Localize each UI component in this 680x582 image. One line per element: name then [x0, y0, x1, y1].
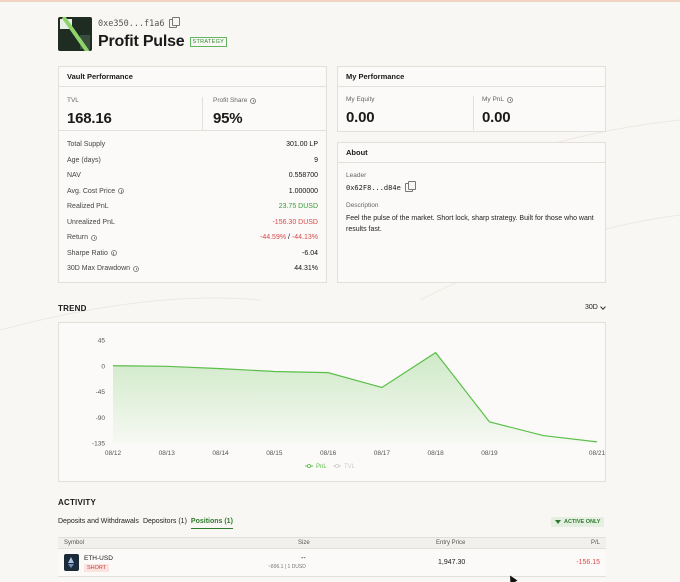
my-pnl-label: My PnL: [482, 96, 514, 103]
eth-icon: [64, 554, 79, 571]
strategy-badge: STRATEGY: [189, 36, 228, 47]
col-pl: P/L: [590, 540, 600, 546]
position-symbol: ETH-USD: [84, 555, 113, 562]
copy-icon[interactable]: [404, 181, 416, 192]
stat-row-age: Age (days) 9: [67, 156, 318, 164]
profit-share-label: Profit Share: [213, 97, 257, 104]
y-tick-label: 45: [98, 338, 106, 345]
my-pnl-value: 0.00: [482, 109, 511, 126]
description-text: Feel the pulse of the market. Short lock…: [346, 215, 594, 233]
x-tick-label: 08/17: [374, 450, 391, 457]
period-select[interactable]: 30D: [585, 303, 606, 311]
x-tick-label: 08/14: [212, 450, 229, 457]
my-performance-card: My Performance My Equity 0.00 My PnL 0.0…: [337, 66, 606, 132]
info-icon[interactable]: [110, 250, 117, 257]
trend-chart: 45 0 -45 -90 -135 08/12 08/13 08/14 08/15 08/16 08…: [58, 322, 606, 482]
table-row[interactable]: ETH-USD SHORT -- ~896.1 | 1 DUSD 1,947.3…: [58, 549, 606, 577]
x-tick-label: 08/21: [589, 450, 606, 457]
position-size: --: [301, 555, 306, 562]
x-tick-label: 08/18: [428, 450, 445, 457]
trend-chart-svg: 45 0 -45 -90 -13508/12 08/13 08/14 08/15 08/16 08…: [92, 338, 606, 471]
vault-performance-card: Vault Performance TVL 168.16 Profit Shar…: [58, 66, 327, 283]
tvl-label: TVL: [67, 97, 79, 104]
leader-address[interactable]: 0x62F8...d84e: [346, 184, 401, 192]
vault-header: 0xe350...f1a6 Profit Pulse STRATEGY: [58, 17, 228, 51]
stat-row-total-supply: Total Supply 301.00 LP: [67, 141, 318, 149]
y-tick-label: -90: [96, 415, 106, 422]
x-tick-label: 08/13: [159, 450, 176, 457]
description-label: Description: [346, 202, 379, 209]
info-icon[interactable]: [133, 265, 140, 272]
filter-icon: [555, 520, 561, 524]
stat-row-sharpe: Sharpe Ratio -6.04: [67, 249, 318, 257]
x-tick-label: 08/12: [105, 450, 122, 457]
profit-share-value: 95%: [213, 110, 243, 127]
tab-positions[interactable]: Positions (1): [190, 518, 233, 529]
x-tick-label: 08/19: [481, 450, 498, 457]
positions-table-header: Symbol Size Entry Price P/L: [58, 537, 606, 549]
leader-label: Leader: [346, 172, 367, 179]
legend-pnl: PnL: [316, 464, 327, 470]
y-tick-label: -45: [96, 389, 106, 396]
legend-tvl-dot: [334, 463, 339, 468]
stat-row-nav: NAV 0.558700: [67, 172, 318, 180]
vault-avatar: [58, 17, 92, 51]
chevron-down-icon: [600, 303, 606, 310]
short-badge: SHORT: [84, 564, 110, 572]
stat-row-avg-cost: Avg. Cost Price 1.000000: [67, 187, 318, 195]
about-card: About Leader 0x62F8...d84e Description F…: [337, 142, 606, 283]
activity-tabs: Deposits and Withdrawals Depositors (1) …: [58, 518, 237, 529]
tab-depositors[interactable]: Depositors (1): [143, 518, 187, 529]
page-title: Profit Pulse: [98, 32, 185, 50]
stat-row-return: Return -44.59% / -44.13%: [67, 234, 318, 242]
info-icon[interactable]: [507, 96, 514, 103]
trend-title: TREND: [58, 304, 87, 313]
info-icon[interactable]: [250, 97, 257, 104]
top-accent-line: [0, 0, 680, 2]
legend-pnl-dot: [306, 463, 311, 468]
position-size-sub: ~896.1 | 1 DUSD: [268, 564, 306, 570]
col-size: Size: [298, 540, 310, 546]
vault-address: 0xe350...f1a6: [98, 18, 165, 29]
tab-deposits-withdrawals[interactable]: Deposits and Withdrawals: [58, 518, 139, 529]
position-pl: -156.15: [576, 559, 600, 566]
tvl-value: 168.16: [67, 110, 112, 127]
x-tick-label: 08/15: [266, 450, 283, 457]
card-title: About: [338, 143, 605, 163]
y-tick-label: 0: [101, 363, 105, 370]
col-entry-price: Entry Price: [436, 540, 466, 546]
x-tick-label: 08/16: [320, 450, 337, 457]
stat-row-realized-pnl: Realized PnL 23.75 DUSD: [67, 203, 318, 211]
position-entry-price: 1,947.30: [438, 559, 466, 566]
copy-icon[interactable]: [168, 17, 180, 28]
my-equity-label: My Equity: [346, 96, 375, 103]
y-tick-label: -135: [92, 441, 105, 448]
info-icon[interactable]: [91, 234, 98, 241]
info-icon[interactable]: [118, 188, 125, 195]
col-symbol: Symbol: [64, 540, 85, 546]
card-title: Vault Performance: [59, 67, 326, 87]
legend-tvl: TVL: [344, 464, 356, 470]
pnl-area: [113, 352, 597, 443]
stat-row-max-drawdown: 30D Max Drawdown 44.31%: [67, 265, 318, 273]
card-title: My Performance: [338, 67, 605, 87]
activity-title: ACTIVITY: [58, 498, 97, 507]
my-equity-value: 0.00: [346, 109, 375, 126]
active-only-filter[interactable]: ACTIVE ONLY: [551, 517, 605, 527]
stat-row-unrealized-pnl: Unrealized PnL -156.30 DUSD: [67, 218, 318, 226]
